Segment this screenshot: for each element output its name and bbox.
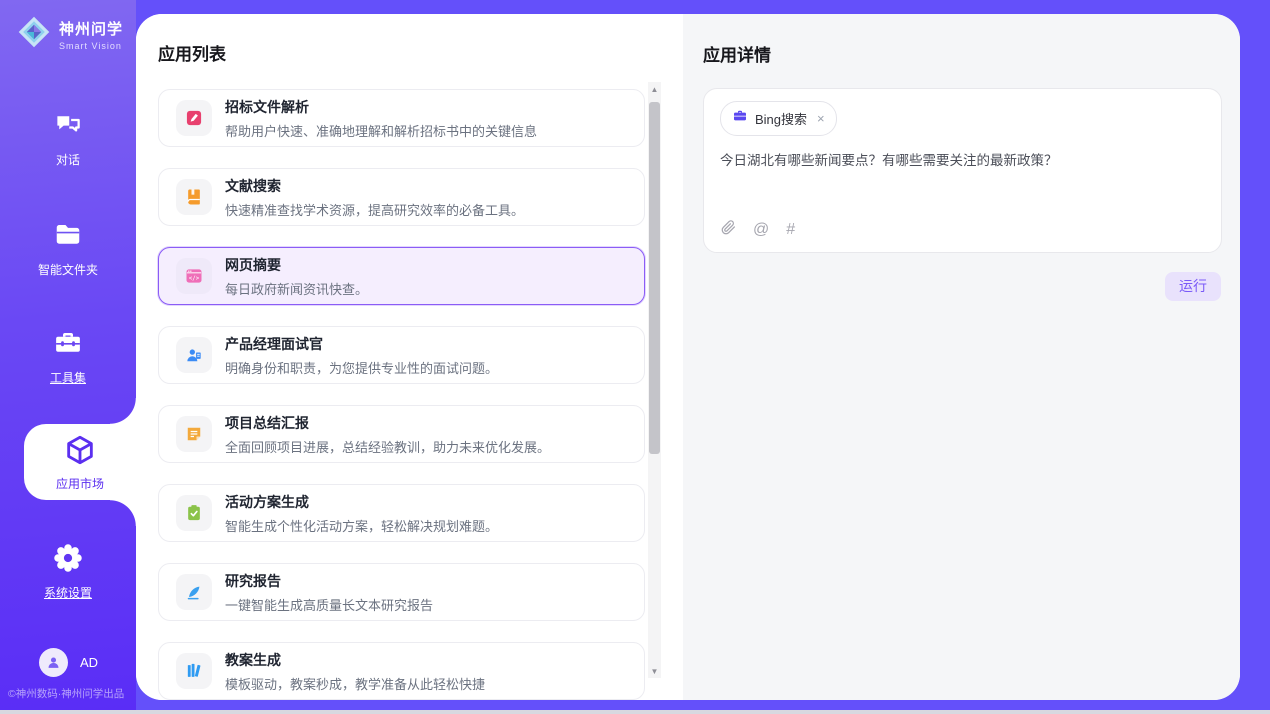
list-item-web-summary[interactable]: </> 网页摘要 每日政府新闻资讯快查。	[158, 247, 645, 305]
app-detail-panel: 应用详情 Bing搜索 × 今日湖北有哪些新闻要点？有哪些需要关注的最新政策？	[683, 14, 1240, 700]
app-logo: 神州问学 Smart Vision	[16, 14, 123, 55]
app-name: 研究报告	[225, 571, 433, 591]
gear-icon	[53, 560, 83, 577]
tool-tag-label: Bing搜索	[755, 109, 807, 128]
app-name: 文献搜索	[225, 176, 524, 196]
app-name: 招标文件解析	[225, 97, 537, 117]
scroll-down-icon[interactable]: ▼	[648, 664, 661, 678]
sidebar: 神州问学 Smart Vision 对话 智能文件夹	[0, 0, 136, 710]
clipboard-check-icon	[176, 495, 212, 531]
app-name: 网页摘要	[225, 255, 368, 275]
browser-code-icon: </>	[176, 258, 212, 294]
app-desc: 模板驱动，教案秒成，教学准备从此轻松快捷	[225, 674, 485, 693]
app-list-panel: 应用列表 招标文件解析 帮助用户快速、准确地理解和解析招标书中的关键信息	[136, 14, 683, 700]
scroll-up-icon[interactable]: ▲	[648, 82, 661, 96]
list-scrollbar[interactable]: ▲ ▼	[648, 82, 661, 678]
folder-icon	[53, 237, 83, 254]
person-doc-icon	[176, 337, 212, 373]
logo-title: 神州问学	[59, 18, 123, 39]
app-name: 活动方案生成	[225, 492, 498, 512]
tool-tag-bing-search[interactable]: Bing搜索 ×	[720, 101, 837, 136]
app-desc: 全面回顾项目进展，总结经验教训，助力未来优化发展。	[225, 437, 550, 456]
composer-toolbar: @ #	[721, 220, 795, 239]
app-detail-title: 应用详情	[703, 41, 1222, 66]
gem-logo-icon	[16, 14, 52, 55]
app-name: 教案生成	[225, 650, 485, 670]
cube-icon	[63, 454, 97, 471]
list-item-event-plan[interactable]: 活动方案生成 智能生成个性化活动方案，轻松解决规划难题。	[158, 484, 645, 542]
briefcase-icon	[732, 108, 748, 129]
app-desc: 一键智能生成高质量长文本研究报告	[225, 595, 433, 614]
logo-subtitle: Smart Vision	[59, 41, 123, 51]
sidebar-item-smart-folder[interactable]: 智能文件夹	[0, 220, 136, 278]
app-desc: 快速精准查找学术资源，提高研究效率的必备工具。	[225, 200, 524, 219]
sidebar-item-label: 工具集	[0, 369, 136, 386]
sidebar-item-label: 对话	[0, 151, 136, 168]
app-desc: 帮助用户快速、准确地理解和解析招标书中的关键信息	[225, 121, 537, 140]
app-desc: 明确身份和职责，为您提供专业性的面试问题。	[225, 358, 498, 377]
prompt-text[interactable]: 今日湖北有哪些新闻要点？有哪些需要关注的最新政策？	[720, 152, 1205, 171]
app-name: 产品经理面试官	[225, 334, 498, 354]
list-item-pm-interviewer[interactable]: 产品经理面试官 明确身份和职责，为您提供专业性的面试问题。	[158, 326, 645, 384]
user-name: AD	[80, 655, 98, 670]
list-item-project-summary[interactable]: 项目总结汇报 全面回顾项目进展，总结经验教训，助力未来优化发展。	[158, 405, 645, 463]
note-icon	[176, 416, 212, 452]
app-list-title: 应用列表	[158, 40, 645, 65]
list-item-literature-search[interactable]: 文献搜索 快速精准查找学术资源，提高研究效率的必备工具。	[158, 168, 645, 226]
ink-pen-icon	[176, 574, 212, 610]
sidebar-item-chat[interactable]: 对话	[0, 110, 136, 168]
sidebar-item-label: 系统设置	[0, 584, 136, 601]
list-item-research-report[interactable]: 研究报告 一键智能生成高质量长文本研究报告	[158, 563, 645, 621]
sidebar-item-app-market[interactable]: 应用市场	[24, 424, 136, 500]
toolbox-icon	[53, 345, 83, 362]
composer-card[interactable]: Bing搜索 × 今日湖北有哪些新闻要点？有哪些需要关注的最新政策？ @ #	[703, 88, 1222, 253]
app-desc: 每日政府新闻资讯快查。	[225, 279, 368, 298]
copyright-text: ©神州数码·神州问学出品	[8, 686, 136, 701]
sidebar-item-label: 应用市场	[24, 475, 136, 492]
sidebar-item-toolset[interactable]: 工具集	[0, 328, 136, 386]
paperclip-icon[interactable]	[721, 220, 736, 239]
chat-icon	[53, 127, 83, 144]
sidebar-item-label: 智能文件夹	[0, 261, 136, 278]
hash-icon[interactable]: #	[786, 222, 795, 238]
scrollbar-thumb[interactable]	[649, 102, 660, 454]
run-button[interactable]: 运行	[1165, 272, 1221, 301]
avatar	[39, 648, 68, 677]
main-content: 应用列表 招标文件解析 帮助用户快速、准确地理解和解析招标书中的关键信息	[136, 14, 1240, 700]
books-icon	[176, 653, 212, 689]
user-account[interactable]: AD	[39, 648, 98, 677]
bottom-edge-strip	[0, 710, 1270, 714]
svg-text:</>: </>	[189, 276, 200, 282]
close-icon[interactable]: ×	[817, 111, 825, 126]
app-list: 招标文件解析 帮助用户快速、准确地理解和解析招标书中的关键信息 文献搜索	[158, 89, 645, 700]
list-item-bid-parse[interactable]: 招标文件解析 帮助用户快速、准确地理解和解析招标书中的关键信息	[158, 89, 645, 147]
app-name: 项目总结汇报	[225, 413, 550, 433]
book-icon	[176, 179, 212, 215]
sidebar-item-settings[interactable]: 系统设置	[0, 543, 136, 601]
list-item-lesson-plan[interactable]: 教案生成 模板驱动，教案秒成，教学准备从此轻松快捷	[158, 642, 645, 700]
at-icon[interactable]: @	[753, 222, 769, 238]
app-desc: 智能生成个性化活动方案，轻松解决规划难题。	[225, 516, 498, 535]
doc-pen-icon	[176, 100, 212, 136]
